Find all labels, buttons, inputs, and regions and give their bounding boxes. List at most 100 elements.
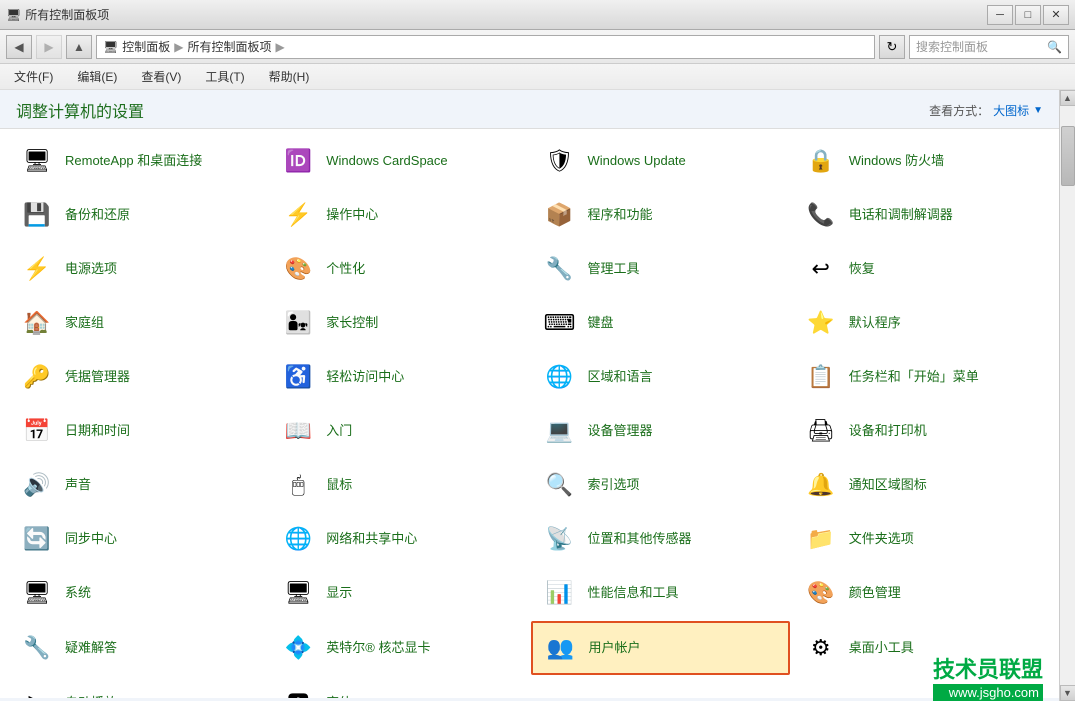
grid-item-remote[interactable]: 🖥RemoteApp 和桌面连接 xyxy=(8,135,267,187)
winupdate-icon: 🛡 xyxy=(542,143,578,179)
grid-item-programs[interactable]: 📦 程序和功能 xyxy=(531,189,790,241)
item-label-useraccount: 用户帐户 xyxy=(589,640,641,657)
minimize-button[interactable]: ─ xyxy=(987,5,1013,25)
power-icon: ⚡ xyxy=(19,251,55,287)
grid-item-power[interactable]: ⚡ 电源选项 xyxy=(8,243,267,295)
grid-item-gadgets[interactable]: ⚙桌面小工具 xyxy=(792,621,1051,675)
scroll-track[interactable] xyxy=(1060,106,1075,685)
colormanage-icon: 🎨 xyxy=(803,575,839,611)
item-label-getstarted: 入门 xyxy=(326,423,352,440)
grid-item-network[interactable]: 🌐网络和共享中心 xyxy=(269,513,528,565)
item-label-remote: RemoteApp 和桌面连接 xyxy=(65,153,202,170)
intel-icon: 💠 xyxy=(280,630,316,666)
address-path[interactable]: 🖥 控制面板 ▶ 所有控制面板项 ▶ xyxy=(96,35,875,59)
menu-help[interactable]: 帮助(H) xyxy=(265,66,314,87)
refresh-button[interactable]: ↻ xyxy=(879,35,905,59)
grid-item-keyboard[interactable]: ⌨键盘 xyxy=(531,297,790,349)
path-part-2[interactable]: 所有控制面板项 xyxy=(187,38,271,55)
content-header: 调整计算机的设置 查看方式： 大图标 ▼ xyxy=(0,90,1059,129)
grid-item-cardspace[interactable]: 🆔Windows CardSpace xyxy=(269,135,528,187)
forward-button[interactable]: ▶ xyxy=(36,35,62,59)
grid-item-firewall[interactable]: 🔒Windows 防火墙 xyxy=(792,135,1051,187)
item-label-devmgr: 设备管理器 xyxy=(588,423,653,440)
search-box[interactable]: 搜索控制面板 🔍 xyxy=(909,35,1069,59)
grid-item-personalize[interactable]: 🎨个性化 xyxy=(269,243,528,295)
menu-tools[interactable]: 工具(T) xyxy=(201,66,248,87)
mouse-icon: 🖱 xyxy=(280,467,316,503)
menu-edit[interactable]: 编辑(E) xyxy=(73,66,121,87)
grid-item-datetime[interactable]: 📅日期和时间 xyxy=(8,405,267,457)
grid-item-system[interactable]: 🖥系统 xyxy=(8,567,267,619)
grid-item-region[interactable]: 🌐区域和语言 xyxy=(531,351,790,403)
grid-item-backup[interactable]: 💾备份和还原 xyxy=(8,189,267,241)
sound-icon: 🔊 xyxy=(19,467,55,503)
grid-item-location[interactable]: 📡位置和其他传感器 xyxy=(531,513,790,565)
grid-item-indexing[interactable]: 🔍索引选项 xyxy=(531,459,790,511)
items-grid: 🖥RemoteApp 和桌面连接🆔Windows CardSpace🛡Windo… xyxy=(0,129,1059,698)
back-button[interactable]: ◀ xyxy=(6,35,32,59)
search-icon[interactable]: 🔍 xyxy=(1047,40,1062,54)
grid-item-troubleshoot[interactable]: 🔧疑难解答 xyxy=(8,621,267,675)
grid-item-folderoptions[interactable]: 📁文件夹选项 xyxy=(792,513,1051,565)
item-label-system: 系统 xyxy=(65,585,91,602)
menu-view[interactable]: 查看(V) xyxy=(137,66,185,87)
grid-item-sound[interactable]: 🔊声音 xyxy=(8,459,267,511)
grid-item-autoplay[interactable]: ▶自动播放 xyxy=(8,677,267,698)
scrollbar[interactable]: ▲ ▼ xyxy=(1059,90,1075,701)
grid-item-action[interactable]: ⚡操作中心 xyxy=(269,189,528,241)
grid-item-mouse[interactable]: 🖱鼠标 xyxy=(269,459,528,511)
scroll-down-button[interactable]: ▼ xyxy=(1060,685,1075,701)
grid-item-useraccount[interactable]: 👥用户帐户 xyxy=(531,621,790,675)
grid-item-fonts[interactable]: 🅰字体 xyxy=(269,677,528,698)
menu-file[interactable]: 文件(F) xyxy=(10,66,57,87)
item-label-defaults: 默认程序 xyxy=(849,315,901,332)
grid-item-synccenter[interactable]: 🔄同步中心 xyxy=(8,513,267,565)
grid-item-devmgr[interactable]: 💻 设备管理器 xyxy=(531,405,790,457)
taskbar-icon: 📋 xyxy=(803,359,839,395)
grid-item-defaults[interactable]: ⭐默认程序 xyxy=(792,297,1051,349)
grid-item-easyaccess[interactable]: ♿轻松访问中心 xyxy=(269,351,528,403)
devmgr-icon: 💻 xyxy=(542,413,578,449)
programs-icon: 📦 xyxy=(542,197,578,233)
title-bar-left: 🖥 所有控制面板项 xyxy=(6,6,109,23)
devices-icon: 🖨 xyxy=(803,413,839,449)
search-placeholder: 搜索控制面板 xyxy=(916,38,1043,55)
grid-item-notifarea[interactable]: 🔔通知区域图标 xyxy=(792,459,1051,511)
close-button[interactable]: ✕ xyxy=(1043,5,1069,25)
scroll-thumb[interactable] xyxy=(1061,126,1075,186)
grid-item-devices[interactable]: 🖨设备和打印机 xyxy=(792,405,1051,457)
grid-item-admin[interactable]: 🔧管理工具 xyxy=(531,243,790,295)
title-bar: 🖥 所有控制面板项 ─ □ ✕ xyxy=(0,0,1075,30)
path-separator-1: ▶ xyxy=(174,40,183,54)
grid-item-credentials[interactable]: 🔑凭据管理器 xyxy=(8,351,267,403)
item-label-power: 电源选项 xyxy=(65,261,117,278)
action-icon: ⚡ xyxy=(280,197,316,233)
grid-item-recovery[interactable]: ↩恢复 xyxy=(792,243,1051,295)
item-label-homegroup: 家庭组 xyxy=(65,315,104,332)
item-label-backup: 备份和还原 xyxy=(65,207,130,224)
grid-item-modem[interactable]: 📞电话和调制解调器 xyxy=(792,189,1051,241)
grid-item-homegroup[interactable]: 🏠家庭组 xyxy=(8,297,267,349)
grid-item-winupdate[interactable]: 🛡Windows Update xyxy=(531,135,790,187)
datetime-icon: 📅 xyxy=(19,413,55,449)
cardspace-icon: 🆔 xyxy=(280,143,316,179)
up-button[interactable]: ▲ xyxy=(66,35,92,59)
grid-item-intel[interactable]: 💠英特尔® 核芯显卡 xyxy=(269,621,528,675)
grid-item-display[interactable]: 🖥显示 xyxy=(269,567,528,619)
item-label-programs: 程序和功能 xyxy=(588,207,653,224)
view-arrow-icon[interactable]: ▼ xyxy=(1033,105,1043,116)
grid-item-getstarted[interactable]: 📖入门 xyxy=(269,405,528,457)
view-value-button[interactable]: 大图标 xyxy=(993,102,1029,119)
scroll-up-button[interactable]: ▲ xyxy=(1060,90,1075,106)
item-label-firewall: Windows 防火墙 xyxy=(849,153,944,170)
item-label-credentials: 凭据管理器 xyxy=(65,369,130,386)
grid-item-parental[interactable]: 👨‍👧家长控制 xyxy=(269,297,528,349)
restore-button[interactable]: □ xyxy=(1015,5,1041,25)
path-part-1[interactable]: 控制面板 xyxy=(122,38,170,55)
item-label-recovery: 恢复 xyxy=(849,261,875,278)
item-label-personalize: 个性化 xyxy=(326,261,365,278)
grid-item-taskbar[interactable]: 📋任务栏和「开始」菜单 xyxy=(792,351,1051,403)
grid-item-colormanage[interactable]: 🎨颜色管理 xyxy=(792,567,1051,619)
main-area: 调整计算机的设置 查看方式： 大图标 ▼ 🖥RemoteApp 和桌面连接🆔Wi… xyxy=(0,90,1075,701)
grid-item-performance[interactable]: 📊性能信息和工具 xyxy=(531,567,790,619)
